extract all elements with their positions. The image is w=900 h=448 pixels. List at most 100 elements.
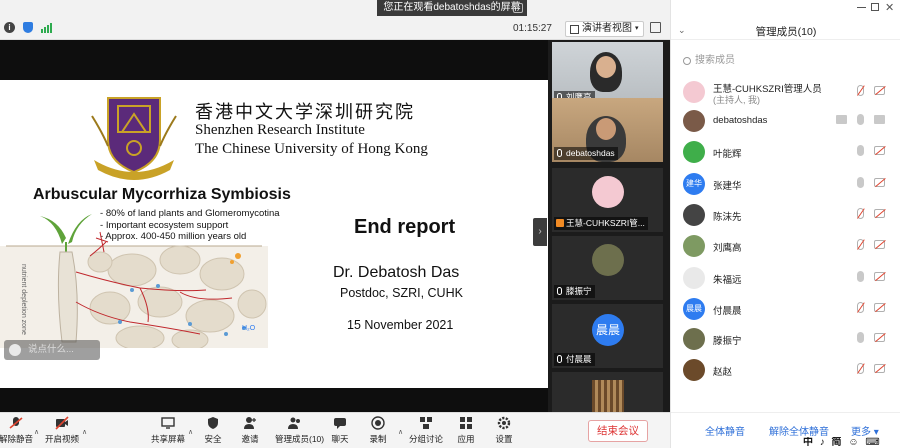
maximize-icon[interactable] <box>871 3 879 11</box>
mic-icon[interactable] <box>857 177 864 188</box>
mic-icon[interactable] <box>857 114 864 125</box>
unmute-button[interactable]: 解除静音 <box>0 416 36 445</box>
unmute-all-button[interactable]: 解除全体静音 <box>769 423 829 438</box>
video-tile[interactable]: 晨晨 付晨晨 <box>552 304 663 368</box>
camera-off-icon[interactable] <box>874 86 885 95</box>
view-mode-button[interactable]: 演讲者视图 ▾ <box>565 21 644 37</box>
info-icon[interactable]: i <box>4 22 15 33</box>
host-icon <box>556 219 564 227</box>
mic-muted-icon[interactable] <box>857 239 864 250</box>
grid-view-icon <box>570 24 579 34</box>
member-row[interactable]: 王慧-CUHKSZRI管理人员 (主持人, 我) <box>683 79 895 107</box>
record-label: 录制 <box>369 434 387 444</box>
breakout-icon <box>420 417 432 429</box>
chat-button[interactable]: 聊天 <box>320 416 360 445</box>
video-tile[interactable]: debatoshdas <box>552 98 663 162</box>
collapse-gallery-icon[interactable]: › <box>533 218 547 246</box>
mic-icon <box>557 287 562 295</box>
share-screen-button[interactable]: 共享屏幕 <box>148 416 188 445</box>
mic-muted-icon[interactable] <box>857 85 864 96</box>
banner-options-icon[interactable] <box>513 3 523 13</box>
unmute-label: 解除静音 <box>0 434 33 444</box>
member-controls <box>857 145 885 156</box>
member-name: 付晨晨 <box>713 306 742 317</box>
members-panel: ⌄ 管理成员(10) ✕ 搜索成员 王慧-CUHKSZRI管理人员 (主持人, … <box>670 0 900 448</box>
water-label: H₂O <box>242 325 256 332</box>
record-button[interactable]: 录制 <box>358 416 398 445</box>
camera-off-icon[interactable] <box>874 333 885 342</box>
slide-title: End report <box>354 216 456 238</box>
chevron-up-icon[interactable]: ∧ <box>82 428 87 436</box>
member-row[interactable]: 陈沫先 <box>683 202 895 230</box>
mic-icon[interactable] <box>857 271 864 282</box>
video-tile[interactable]: 王慧-CUHKSZRI管... <box>552 168 663 232</box>
ime-toolbar[interactable]: 中 ♪ 简 ☺ ⌨ <box>803 437 900 448</box>
chevron-down-icon: ▾ <box>635 25 639 32</box>
chevron-up-icon[interactable]: ∧ <box>34 428 39 436</box>
member-avatar <box>683 141 705 163</box>
mute-all-button[interactable]: 全体静音 <box>705 423 745 438</box>
member-row[interactable]: 晨晨 付晨晨 <box>683 296 895 324</box>
fullscreen-icon[interactable] <box>650 22 661 33</box>
camera-off-icon[interactable] <box>874 178 885 187</box>
apps-button[interactable]: 应用 <box>446 416 486 445</box>
camera-off-icon[interactable] <box>874 146 885 155</box>
more-button[interactable]: 更多 ▾ <box>851 423 879 438</box>
member-search-input[interactable]: 搜索成员 <box>681 52 891 70</box>
settings-button[interactable]: 设置 <box>484 416 524 445</box>
member-row[interactable]: 赵赵 <box>683 357 895 385</box>
member-row[interactable]: debatoshdas <box>683 108 895 136</box>
camera-off-icon[interactable] <box>874 364 885 373</box>
participant-face <box>596 118 616 140</box>
minimize-icon[interactable] <box>857 7 866 8</box>
mic-muted-icon[interactable] <box>857 302 864 313</box>
member-row[interactable]: 叶能辉 <box>683 139 895 167</box>
mic-icon[interactable] <box>857 332 864 343</box>
invite-button[interactable]: 邀请 <box>230 416 270 445</box>
view-mode-label: 演讲者视图 <box>582 23 632 34</box>
member-controls <box>857 332 885 343</box>
signal-icon[interactable] <box>41 22 52 33</box>
member-avatar <box>683 110 705 132</box>
close-icon[interactable]: ✕ <box>885 1 894 14</box>
member-controls <box>857 302 885 313</box>
member-row[interactable]: 刘鹰高 <box>683 233 895 261</box>
member-controls <box>857 208 885 219</box>
camera-icon[interactable] <box>874 115 885 124</box>
shield-icon[interactable] <box>23 22 33 33</box>
participant-name: 滕振宁 <box>566 286 592 296</box>
gear-icon <box>497 416 511 430</box>
members-icon <box>288 417 300 429</box>
participant-avatar <box>592 176 624 208</box>
camera-off-icon[interactable] <box>874 303 885 312</box>
member-controls <box>857 363 885 374</box>
member-controls <box>857 239 885 250</box>
chat-placeholder: 说点什么... <box>28 344 74 355</box>
invite-label: 邀请 <box>241 434 259 444</box>
shield-icon <box>208 417 218 429</box>
end-meeting-button[interactable]: 结束会议 <box>588 420 648 442</box>
members-panel-title: 管理成员(10) <box>755 26 817 38</box>
camera-off-icon[interactable] <box>874 240 885 249</box>
mic-muted-icon[interactable] <box>857 363 864 374</box>
camera-off-icon[interactable] <box>874 272 885 281</box>
chat-input[interactable]: 说点什么... <box>4 340 100 360</box>
member-row[interactable]: 建华 张建华 <box>683 171 895 199</box>
security-button[interactable]: 安全 <box>193 416 233 445</box>
start-video-button[interactable]: 开启视频 <box>42 416 82 445</box>
member-row[interactable]: 朱福远 <box>683 265 895 293</box>
video-tile[interactable] <box>552 372 663 412</box>
mic-icon[interactable] <box>857 145 864 156</box>
share-screen-icon <box>161 417 175 429</box>
camera-off-icon[interactable] <box>874 209 885 218</box>
breakout-button[interactable]: 分组讨论 <box>406 416 446 445</box>
member-row[interactable]: 滕振宁 <box>683 326 895 354</box>
manage-members-button[interactable]: 管理成员(10) <box>275 416 324 445</box>
video-tile[interactable]: 刘鹰高 <box>552 42 663 106</box>
video-tile[interactable]: 滕振宁 <box>552 236 663 300</box>
presentation-date: 15 November 2021 <box>347 318 454 332</box>
author-affiliation: Postdoc, SZRI, CUHK <box>340 286 463 300</box>
chevron-up-icon[interactable]: ∧ <box>398 428 403 436</box>
mic-muted-icon[interactable] <box>857 208 864 219</box>
record-icon <box>371 416 385 430</box>
